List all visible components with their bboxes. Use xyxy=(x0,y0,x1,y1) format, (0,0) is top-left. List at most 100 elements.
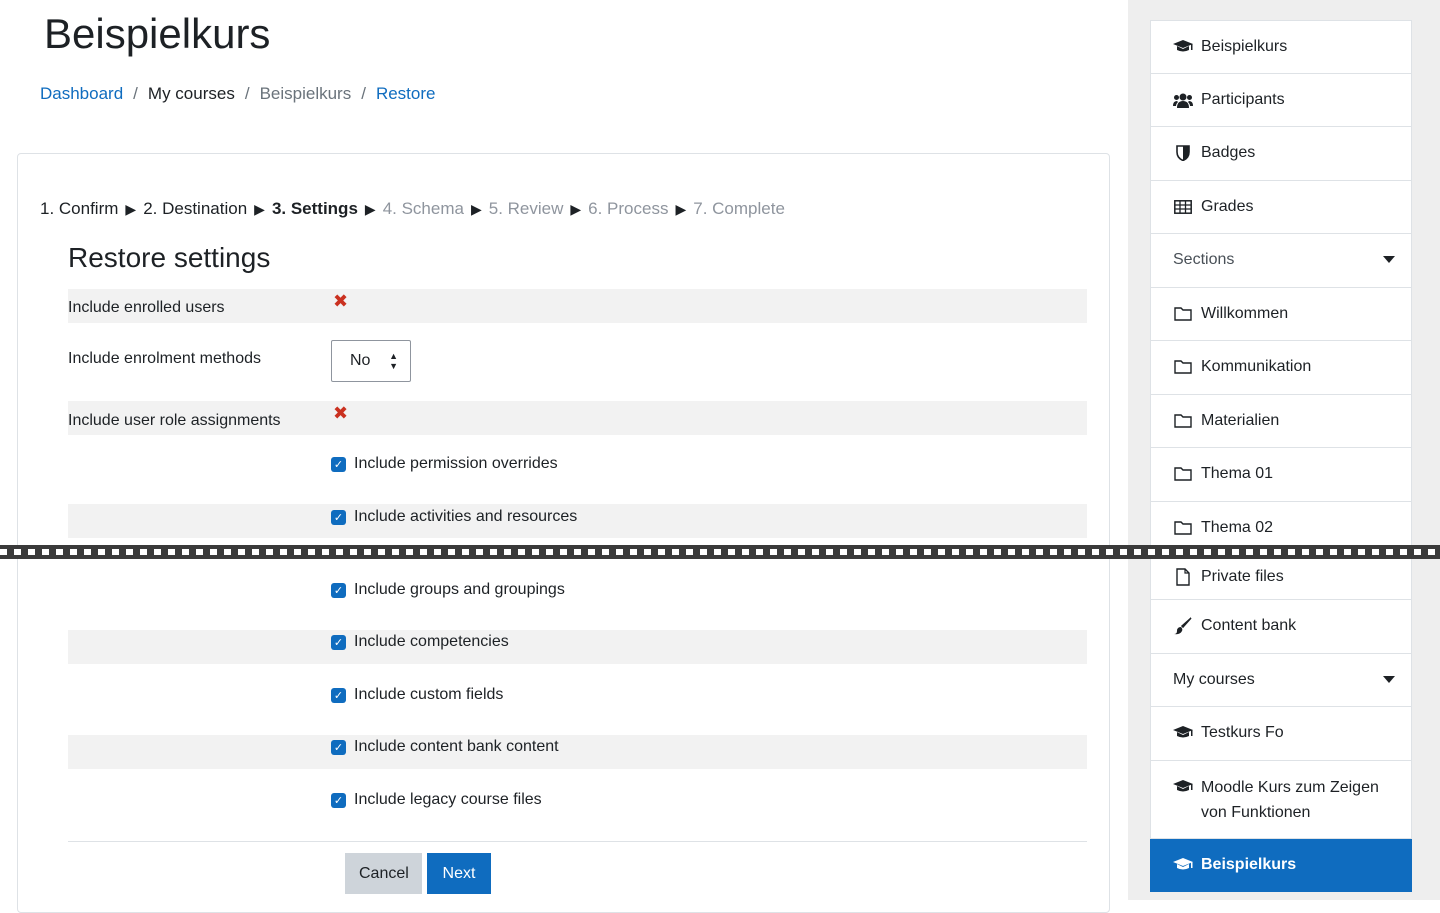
sidebar-item-label: Materialien xyxy=(1201,411,1280,429)
screenshot-splice-divider xyxy=(0,545,1440,559)
permission-overrides-label: Include permission overrides xyxy=(354,455,558,472)
sidebar-item-content-bank[interactable]: Content bank xyxy=(1150,600,1412,654)
cross-icon: ✖ xyxy=(333,291,349,311)
folder-icon xyxy=(1173,467,1193,481)
next-button[interactable]: Next xyxy=(427,853,491,894)
sidebar-item-label: Private files xyxy=(1201,568,1284,585)
table-icon xyxy=(1173,199,1193,214)
sidebar-item-grades[interactable]: Grades xyxy=(1150,180,1412,234)
sidebar-item-materialien[interactable]: Materialien xyxy=(1150,394,1412,448)
role-assignments-label: Include user role assignments xyxy=(68,412,281,429)
users-icon xyxy=(1173,92,1193,108)
breadcrumb-course[interactable]: Beispielkurs xyxy=(260,84,352,104)
caret-down-icon[interactable] xyxy=(1383,675,1395,683)
breadcrumb-dashboard[interactable]: Dashboard xyxy=(40,84,123,104)
competencies-label: Include competencies xyxy=(354,633,509,650)
sidebar-item-badges[interactable]: Badges xyxy=(1150,127,1412,181)
paintbrush-icon xyxy=(1173,617,1193,635)
activities-label: Include activities and resources xyxy=(354,508,578,525)
sidebar-item-moodle-kurs[interactable]: Moodle Kurs zum Zeigen von Funktionen xyxy=(1150,760,1412,839)
restore-settings-title: Restore settings xyxy=(68,242,271,273)
sidebar-item-label: Grades xyxy=(1201,197,1254,215)
graduation-cap-icon xyxy=(1173,726,1193,740)
step-confirm: 1. Confirm xyxy=(40,199,119,218)
sidebar-item-label: Beispielkurs xyxy=(1201,855,1297,873)
restore-progress-steps: 1. Confirm ▶ 2. Destination ▶ 3. Setting… xyxy=(40,199,785,219)
sidebar-item-willkommen[interactable]: Willkommen xyxy=(1150,287,1412,341)
folder-icon xyxy=(1173,414,1193,428)
competencies-checkbox[interactable]: ✓ xyxy=(331,634,346,650)
sidebar-item-label: Sections xyxy=(1173,251,1235,269)
breadcrumb-restore[interactable]: Restore xyxy=(376,84,436,104)
sidebar-item-label: Thema 01 xyxy=(1201,465,1274,483)
folder-icon xyxy=(1173,360,1193,374)
sidebar-item-private-files[interactable]: Private files xyxy=(1150,555,1412,600)
page-title: Beispielkurs xyxy=(44,10,271,57)
breadcrumb: Dashboard / My courses / Beispielkurs / … xyxy=(40,84,435,104)
custom-fields-option[interactable]: ✓ Include custom fields xyxy=(331,686,503,704)
sidebar-item-label: Participants xyxy=(1201,90,1285,108)
folder-icon xyxy=(1173,521,1193,535)
step-schema: 4. Schema xyxy=(382,199,464,218)
permission-overrides-checkbox[interactable]: ✓ xyxy=(331,456,346,472)
competencies-row xyxy=(68,630,1087,664)
groups-checkbox[interactable]: ✓ xyxy=(331,582,346,598)
step-settings: 3. Settings xyxy=(271,199,358,218)
sidebar-item-label: Testkurs Fo xyxy=(1201,724,1284,742)
step-arrow-icon: ▶ xyxy=(675,200,687,217)
folder-icon xyxy=(1173,307,1193,321)
content-bank-checkbox[interactable]: ✓ xyxy=(331,739,346,755)
content-bank-option[interactable]: ✓ Include content bank content xyxy=(331,738,559,756)
enrolment-methods-row: Include enrolment methods No ▲ ▼ xyxy=(68,340,1087,384)
step-complete: 7. Complete xyxy=(693,199,785,218)
step-arrow-icon: ▶ xyxy=(470,200,482,217)
step-review: 5. Review xyxy=(488,199,564,218)
legacy-files-label: Include legacy course files xyxy=(354,791,542,808)
step-arrow-icon: ▶ xyxy=(570,200,582,217)
select-arrows-icon: ▲ ▼ xyxy=(389,351,398,371)
cross-icon: ✖ xyxy=(333,403,349,423)
sidebar-item-course[interactable]: Beispielkurs xyxy=(1150,20,1412,74)
legacy-files-option[interactable]: ✓ Include legacy course files xyxy=(331,791,542,809)
sidebar-item-label: Kommunikation xyxy=(1201,358,1312,376)
sidebar-item-label: Content bank xyxy=(1201,617,1297,635)
activities-option[interactable]: ✓ Include activities and resources xyxy=(331,508,577,526)
caret-down-icon[interactable] xyxy=(1383,256,1395,263)
shield-icon xyxy=(1173,145,1193,162)
content-bank-label: Include content bank content xyxy=(354,738,559,755)
legacy-files-checkbox[interactable]: ✓ xyxy=(331,792,346,808)
sidebar-item-participants[interactable]: Participants xyxy=(1150,73,1412,127)
sidebar-item-testkurs[interactable]: Testkurs Fo xyxy=(1150,707,1412,761)
sidebar-item-beispielkurs-active[interactable]: Beispielkurs xyxy=(1150,838,1412,892)
enrolled-users-label: Include enrolled users xyxy=(68,299,225,316)
file-icon xyxy=(1173,568,1193,586)
activities-row xyxy=(68,504,1087,538)
breadcrumb-separator: / xyxy=(361,84,366,103)
permission-overrides-option[interactable]: ✓ Include permission overrides xyxy=(331,455,558,473)
breadcrumb-separator: / xyxy=(133,84,138,103)
activities-checkbox[interactable]: ✓ xyxy=(331,509,346,525)
sidebar-item-thema-01[interactable]: Thema 01 xyxy=(1150,448,1412,502)
restore-card: 1. Confirm ▶ 2. Destination ▶ 3. Setting… xyxy=(17,153,1110,913)
step-arrow-icon: ▶ xyxy=(125,200,137,217)
sidebar-item-label: Badges xyxy=(1201,144,1256,162)
sidebar-item-label: My courses xyxy=(1173,670,1255,688)
sidebar-header-sections[interactable]: Sections xyxy=(1150,234,1412,288)
step-process: 6. Process xyxy=(588,199,669,218)
custom-fields-checkbox[interactable]: ✓ xyxy=(331,687,346,703)
enrolled-users-row: Include enrolled users ✖ xyxy=(68,289,1087,323)
breadcrumb-separator: / xyxy=(244,84,250,103)
sidebar-item-kommunikation[interactable]: Kommunikation xyxy=(1150,341,1412,395)
sidebar-header-my-courses[interactable]: My courses xyxy=(1150,653,1412,707)
step-destination: 2. Destination xyxy=(143,199,248,218)
enrolment-methods-value: No xyxy=(350,352,371,369)
competencies-option[interactable]: ✓ Include competencies xyxy=(331,633,509,651)
form-divider xyxy=(68,841,1087,842)
groups-option[interactable]: ✓ Include groups and groupings xyxy=(331,581,565,599)
main-region: Beispielkurs Dashboard / My courses / Be… xyxy=(0,0,1128,913)
enrolment-methods-select[interactable]: No ▲ ▼ xyxy=(331,340,411,382)
cancel-button[interactable]: Cancel xyxy=(345,853,422,894)
step-arrow-icon: ▶ xyxy=(364,200,376,217)
breadcrumb-my-courses[interactable]: My courses xyxy=(148,84,235,104)
enrolment-methods-label: Include enrolment methods xyxy=(68,350,261,367)
